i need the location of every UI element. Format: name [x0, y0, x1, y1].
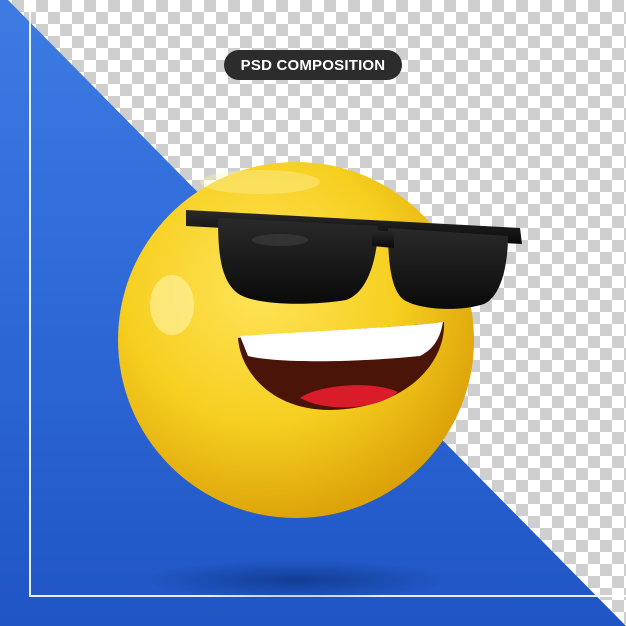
sunglasses-emoji-icon	[118, 162, 522, 600]
drop-shadow	[146, 560, 446, 600]
face-highlight	[150, 275, 194, 335]
